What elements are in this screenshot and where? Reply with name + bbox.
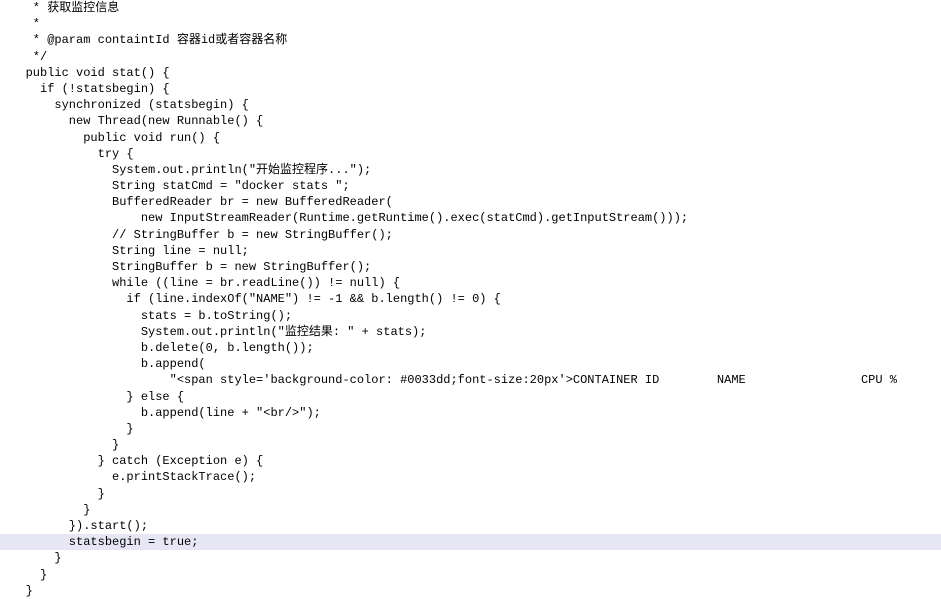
code-line: * 获取监控信息 xyxy=(0,0,941,16)
code-line: String statCmd = "docker stats "; xyxy=(0,178,941,194)
code-line: e.printStackTrace(); xyxy=(0,469,941,485)
code-line: StringBuffer b = new StringBuffer(); xyxy=(0,259,941,275)
code-block: * 获取监控信息 * * @param containtId 容器id或者容器名… xyxy=(0,0,941,599)
code-line: stats = b.toString(); xyxy=(0,308,941,324)
code-line: BufferedReader br = new BufferedReader( xyxy=(0,194,941,210)
code-line: */ xyxy=(0,49,941,65)
code-line: statsbegin = true; xyxy=(0,534,941,550)
code-line: public void stat() { xyxy=(0,65,941,81)
code-line: } xyxy=(0,502,941,518)
code-line: new InputStreamReader(Runtime.getRuntime… xyxy=(0,210,941,226)
code-line: b.delete(0, b.length()); xyxy=(0,340,941,356)
code-line: while ((line = br.readLine()) != null) { xyxy=(0,275,941,291)
code-line: } xyxy=(0,567,941,583)
code-line: }).start(); xyxy=(0,518,941,534)
code-line: if (line.indexOf("NAME") != -1 && b.leng… xyxy=(0,291,941,307)
code-line: "<span style='background-color: #0033dd;… xyxy=(0,372,941,388)
code-line: // StringBuffer b = new StringBuffer(); xyxy=(0,227,941,243)
code-line: new Thread(new Runnable() { xyxy=(0,113,941,129)
code-line: } xyxy=(0,486,941,502)
code-line: b.append( xyxy=(0,356,941,372)
code-line: synchronized (statsbegin) { xyxy=(0,97,941,113)
code-line: } xyxy=(0,550,941,566)
code-line: } xyxy=(0,421,941,437)
code-line: } else { xyxy=(0,389,941,405)
code-line: * xyxy=(0,16,941,32)
code-line: String line = null; xyxy=(0,243,941,259)
code-line: } xyxy=(0,437,941,453)
code-line: } catch (Exception e) { xyxy=(0,453,941,469)
code-line: public void run() { xyxy=(0,130,941,146)
code-line: * @param containtId 容器id或者容器名称 xyxy=(0,32,941,48)
code-line: try { xyxy=(0,146,941,162)
code-line: System.out.println("开始监控程序..."); xyxy=(0,162,941,178)
code-line: if (!statsbegin) { xyxy=(0,81,941,97)
code-line: System.out.println("监控结果: " + stats); xyxy=(0,324,941,340)
code-line: b.append(line + "<br/>"); xyxy=(0,405,941,421)
